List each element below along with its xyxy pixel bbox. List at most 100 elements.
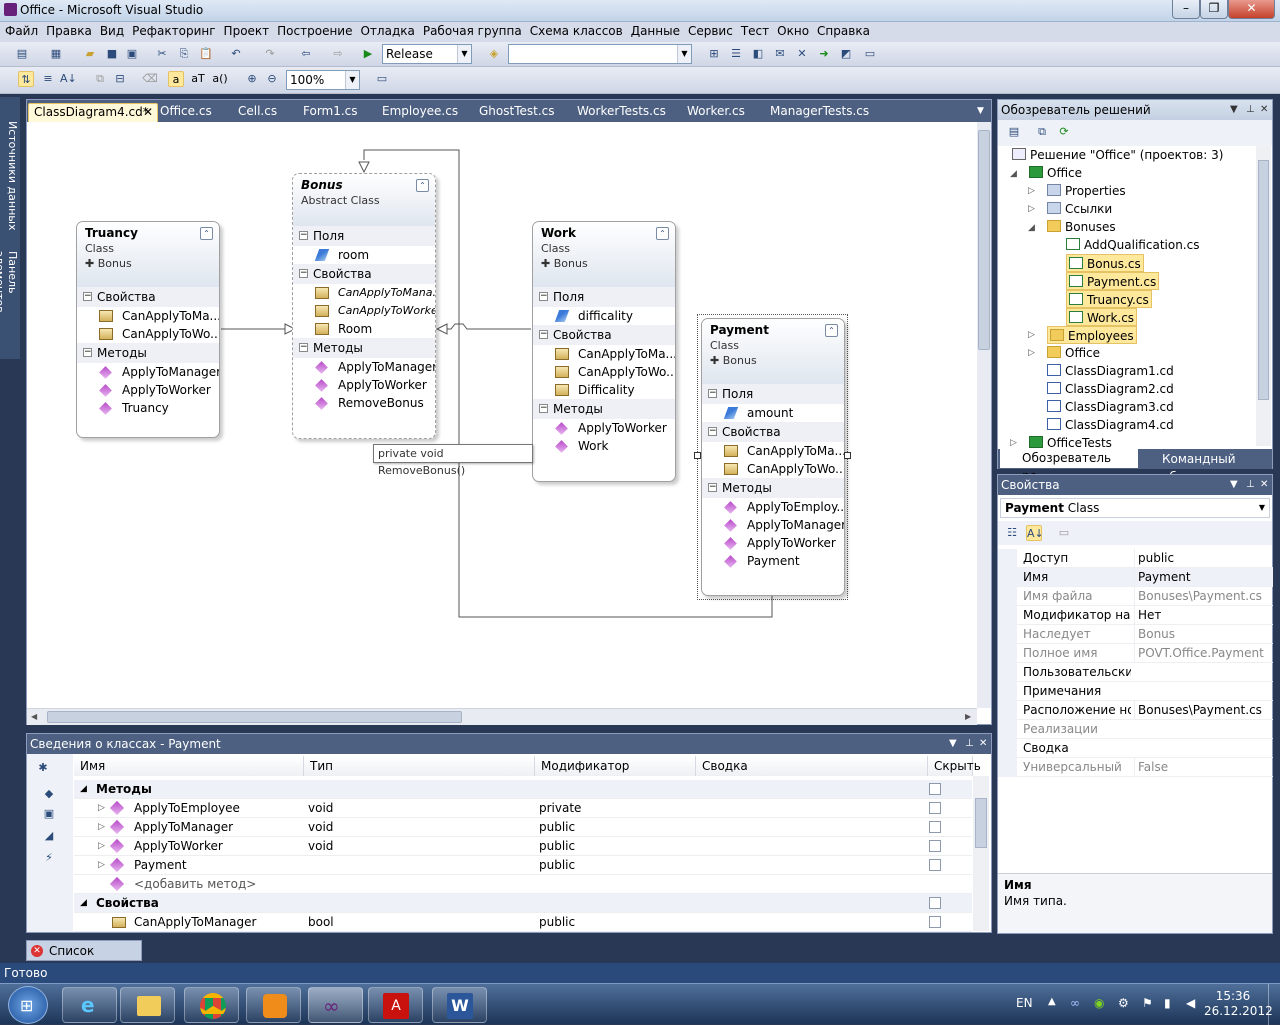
group-by-access-icon[interactable]: ≡: [40, 71, 56, 87]
member-method[interactable]: ApplyToManager: [293, 358, 435, 376]
member-type[interactable]: void: [308, 799, 333, 818]
menu-tools[interactable]: Сервис: [683, 22, 736, 42]
member-method[interactable]: ApplyToWorker: [702, 534, 844, 552]
show-desktop-button[interactable]: [1268, 984, 1280, 1025]
close-icon[interactable]: ✕: [1260, 100, 1268, 120]
taskbar-word[interactable]: W: [432, 987, 487, 1023]
table-row[interactable]: CanApplyToManager bool public: [74, 913, 972, 932]
member-property[interactable]: Difficality: [533, 381, 675, 399]
hide-checkbox[interactable]: [929, 916, 941, 928]
scroll-left-icon[interactable]: ◀: [31, 712, 37, 721]
menu-build[interactable]: Построение: [272, 22, 355, 42]
tab-team-explorer[interactable]: Командный обоз...: [1142, 450, 1272, 484]
paste-icon[interactable]: 📋: [198, 46, 214, 62]
property-value[interactable]: False: [1134, 758, 1274, 777]
collapsed-icon[interactable]: ▷: [98, 818, 105, 837]
tab-ghosttest-cs[interactable]: GhostTest.cs: [474, 103, 555, 122]
collapsed-icon[interactable]: ▷: [98, 837, 105, 856]
tools-icon[interactable]: ✕: [794, 46, 810, 62]
column-summary[interactable]: Сводка: [696, 756, 928, 776]
properties-icon[interactable]: ▤: [1006, 124, 1022, 140]
group-methods[interactable]: ◢ Методы: [74, 780, 972, 799]
tree-file-work[interactable]: Work.cs: [1066, 308, 1138, 326]
member-name[interactable]: CanApplyToManager: [134, 913, 256, 932]
tree-folder-employees[interactable]: Employees: [1047, 326, 1137, 344]
navigate-events-icon[interactable]: ⚡: [41, 850, 57, 866]
member-method[interactable]: RemoveBonus: [293, 394, 435, 412]
expanded-icon[interactable]: ◢: [80, 780, 87, 799]
navigate-forward-icon[interactable]: ⇨: [330, 46, 346, 62]
member-name[interactable]: ApplyToEmployee: [134, 799, 240, 818]
menu-test[interactable]: Тест: [736, 22, 772, 42]
member-method[interactable]: ApplyToManager: [77, 363, 219, 381]
zoom-in-icon[interactable]: ⊕: [244, 71, 260, 87]
nvidia-icon[interactable]: ◉: [1094, 996, 1104, 1010]
taskbar-acrobat[interactable]: A: [368, 987, 423, 1023]
minus-icon[interactable]: −: [708, 427, 717, 436]
zoom-out-icon[interactable]: ⊖: [264, 71, 280, 87]
new-project-icon[interactable]: ▤: [14, 46, 30, 62]
table-row[interactable]: ▷ Payment public: [74, 856, 972, 875]
tree-properties[interactable]: Properties: [1047, 182, 1126, 200]
section-fields[interactable]: − Поля: [533, 287, 675, 307]
property-row[interactable]: Расположение нов Bonuses\Payment.cs: [1017, 701, 1273, 720]
hide-checkbox[interactable]: [929, 821, 941, 833]
member-method[interactable]: Work: [533, 437, 675, 455]
member-property[interactable]: CanApplyToMa...: [533, 345, 675, 363]
member-type[interactable]: void: [308, 837, 333, 856]
tab-office-cs[interactable]: Office.cs: [155, 103, 212, 122]
taskbar-visual-studio[interactable]: ∞: [308, 987, 363, 1023]
object-browser-icon[interactable]: ◧: [750, 46, 766, 62]
scroll-right-icon[interactable]: ▶: [965, 712, 971, 721]
taskbar-internet-explorer[interactable]: e: [62, 987, 117, 1023]
object-selector[interactable]: Payment Class ▼: [1000, 498, 1270, 518]
platform-select[interactable]: ▼: [508, 44, 692, 64]
close-icon[interactable]: ✕: [979, 734, 987, 754]
open-file-icon[interactable]: ▰: [82, 46, 98, 62]
tree-file-classdiagram2[interactable]: ClassDiagram2.cd: [1047, 380, 1174, 398]
error-list-tab[interactable]: ✕ Список ошибок: [26, 940, 142, 979]
menu-help[interactable]: Справка: [812, 22, 873, 42]
undo-icon[interactable]: ↶: [228, 46, 244, 62]
collapse-icon[interactable]: ⌃: [656, 227, 669, 240]
member-method[interactable]: ApplyToEmploy...: [702, 498, 844, 516]
property-value[interactable]: Bonuses\Payment.cs: [1134, 701, 1274, 720]
section-properties[interactable]: − Свойства: [533, 325, 675, 345]
property-row[interactable]: Доступ public: [1017, 549, 1273, 568]
minus-icon[interactable]: −: [299, 343, 308, 352]
menu-file[interactable]: Файл: [0, 22, 41, 42]
section-properties[interactable]: − Свойства: [702, 422, 844, 442]
menu-window[interactable]: Окно: [772, 22, 812, 42]
tree-project-office[interactable]: Office: [1029, 164, 1082, 182]
property-value[interactable]: public: [1134, 549, 1274, 568]
add-method-label[interactable]: <добавить метод>: [134, 875, 256, 894]
tree-file-truancy[interactable]: Truancy.cs: [1066, 290, 1152, 308]
minimize-button[interactable]: –: [1172, 0, 1200, 19]
taskbar-chrome[interactable]: [184, 987, 239, 1023]
member-property[interactable]: CanApplyToWo...: [77, 325, 219, 343]
tab-overflow-icon[interactable]: ▼: [977, 106, 984, 116]
action-center-icon[interactable]: ⚑: [1142, 996, 1153, 1010]
alphabetical-icon[interactable]: A↓: [1026, 525, 1044, 541]
pin-icon[interactable]: ⊥: [1246, 100, 1255, 120]
save-all-icon[interactable]: ▣: [124, 46, 140, 62]
section-methods[interactable]: − Методы: [293, 338, 435, 358]
navigate-backward-icon[interactable]: ⇦: [298, 46, 314, 62]
cut-icon[interactable]: ✂: [154, 46, 170, 62]
tab-data-sources[interactable]: Источники данных: [1, 119, 19, 232]
navigate-properties-icon[interactable]: ▣: [41, 806, 57, 822]
find-in-files-icon[interactable]: ◈: [486, 46, 502, 62]
member-property[interactable]: CanApplyToMa...: [702, 442, 844, 460]
member-type[interactable]: void: [308, 818, 333, 837]
menu-view[interactable]: Вид: [95, 22, 127, 42]
tree-references[interactable]: Ссылки: [1047, 200, 1112, 218]
adjust-shapes-icon[interactable]: ⊟: [112, 71, 128, 87]
member-method[interactable]: Payment: [702, 552, 844, 570]
minus-icon[interactable]: −: [708, 483, 717, 492]
tree-solution[interactable]: Решение "Office" (проектов: 3): [1012, 146, 1223, 164]
new-member-icon[interactable]: ✱: [35, 760, 51, 776]
table-row[interactable]: ▷ ApplyToManager void public: [74, 818, 972, 837]
member-name[interactable]: ApplyToManager: [134, 818, 233, 837]
property-value[interactable]: POVT.Office.Payment: [1134, 644, 1274, 663]
collapse-icon[interactable]: ⌃: [416, 179, 429, 192]
